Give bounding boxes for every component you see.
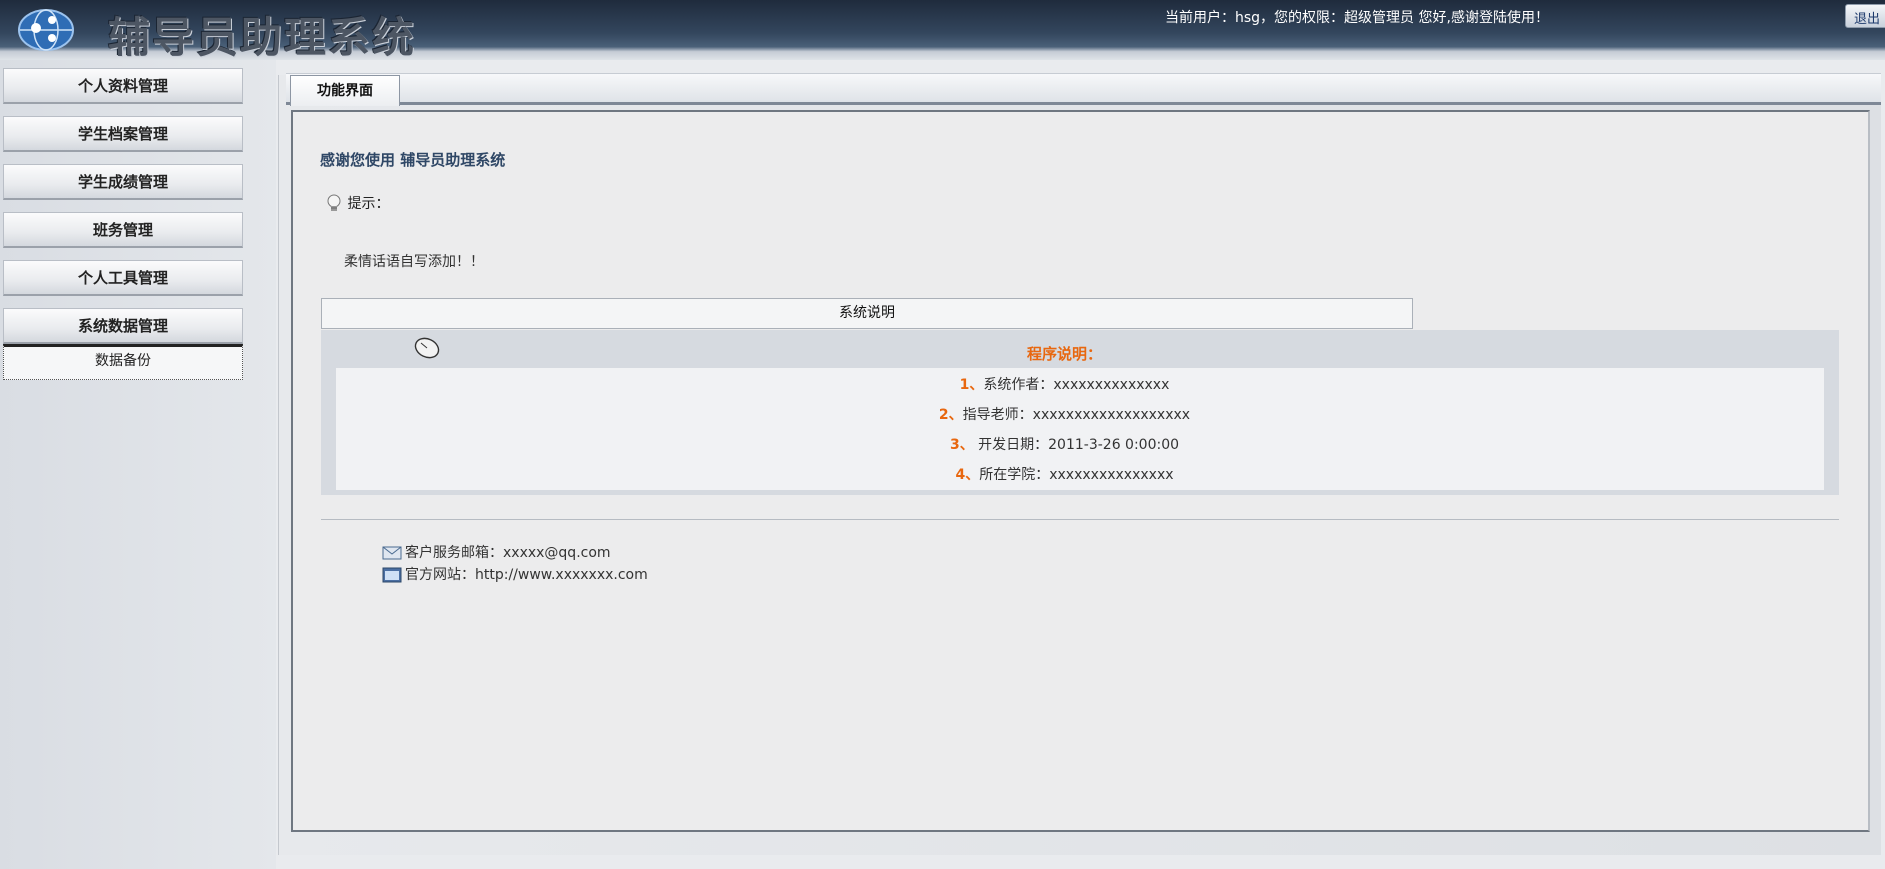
submenu-system-data: 数据备份 <box>3 344 243 380</box>
sidebar-item-personal-tools[interactable]: 个人工具管理 <box>3 260 243 296</box>
divider <box>321 519 1839 520</box>
sidebar-item-student-grades[interactable]: 学生成绩管理 <box>3 164 243 200</box>
submenu-item-data-backup[interactable]: 数据备份 <box>4 347 242 375</box>
info-line-dev-date: 3、 开发日期：2011-3-26 0:00:00 <box>949 437 1180 453</box>
lightbulb-icon <box>327 194 341 211</box>
tip-label: 提示： <box>347 196 390 212</box>
welcome-heading: 感谢您使用 辅导员助理系统 <box>320 151 506 169</box>
info-line-author: 1、系统作者：xxxxxxxxxxxxxx <box>959 377 1170 393</box>
contact-website-row: 官方网站：http://www.xxxxxxx.com <box>382 564 648 584</box>
sidebar-item-personal-info[interactable]: 个人资料管理 <box>3 68 243 104</box>
program-description-title: 程序说明： <box>1026 345 1102 363</box>
website-icon <box>382 567 402 583</box>
sidebar-item-student-archives[interactable]: 学生档案管理 <box>3 116 243 152</box>
logout-button[interactable]: 退出 <box>1845 4 1885 28</box>
envelope-icon <box>382 546 402 560</box>
tip-row: 提示： <box>325 193 389 214</box>
info-line-advisor: 2、指导老师：xxxxxxxxxxxxxxxxxxx <box>938 407 1191 423</box>
header: 辅导员助理系统 当前用户：hsg，您的权限：超级管理员 您好,感谢登陆使用！ 退… <box>0 0 1885 60</box>
user-info-text: 当前用户：hsg，您的权限：超级管理员 您好,感谢登陆使用！ <box>1165 10 1549 26</box>
app-title: 辅导员助理系统 <box>108 13 417 60</box>
info-line-college: 4、所在学院：xxxxxxxxxxxxxxx <box>955 467 1174 483</box>
contact-email[interactable]: 客户服务邮箱：xxxxx@qq.com <box>405 545 611 561</box>
contact-website[interactable]: 官方网站：http://www.xxxxxxx.com <box>405 567 648 583</box>
system-description-header: 系统说明 <box>321 298 1413 329</box>
sidebar-item-class-affairs[interactable]: 班务管理 <box>3 212 243 248</box>
contact-email-row: 客户服务邮箱：xxxxx@qq.com <box>382 542 611 562</box>
message-text: 柔情话语自写添加！！ <box>344 254 484 270</box>
tab-strip <box>286 73 1881 105</box>
sidebar-item-system-data[interactable]: 系统数据管理 <box>3 308 243 344</box>
tab-function-interface[interactable]: 功能界面 <box>290 75 400 106</box>
globe-logo-icon <box>18 9 74 51</box>
